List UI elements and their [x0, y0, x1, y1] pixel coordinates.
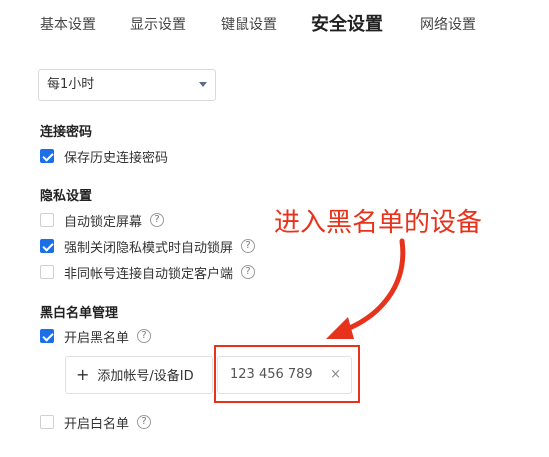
enable-blacklist-label: 开启黑名单	[64, 330, 130, 346]
auto-lock-screen-label: 自动锁定屏幕	[64, 214, 143, 230]
help-icon[interactable]: ?	[137, 415, 152, 429]
force-close-privacy-lock-checkbox[interactable]	[40, 239, 54, 253]
chevron-down-icon	[199, 82, 207, 87]
enable-whitelist-label: 开启白名单	[64, 416, 130, 432]
auto-lock-screen-checkbox[interactable]	[40, 213, 54, 227]
add-account-device-label: 添加帐号/设备ID	[97, 369, 194, 384]
enable-whitelist-checkbox[interactable]	[40, 415, 54, 429]
lock-interval-value: 每1小时	[47, 77, 95, 92]
add-account-device-button[interactable]: + 添加帐号/设备ID	[65, 356, 213, 394]
save-history-password-checkbox[interactable]	[40, 149, 54, 163]
annotation-highlight-box	[214, 345, 360, 403]
lock-interval-select[interactable]: 每1小时	[38, 69, 216, 101]
section-title-connection-password: 连接密码	[40, 125, 93, 140]
help-icon[interactable]: ?	[241, 239, 256, 253]
tab-keyboard-mouse[interactable]: 键鼠设置	[221, 13, 277, 37]
different-account-lock-checkbox[interactable]	[40, 265, 54, 279]
annotation-arrow-icon	[326, 238, 406, 339]
section-title-blacklist-whitelist: 黑白名单管理	[40, 306, 119, 321]
help-icon[interactable]: ?	[150, 213, 165, 227]
tab-display[interactable]: 显示设置	[130, 13, 186, 37]
save-history-password-option[interactable]: 保存历史连接密码	[40, 147, 169, 166]
tab-security[interactable]: 安全设置	[311, 13, 383, 37]
section-title-privacy: 隐私设置	[40, 189, 93, 204]
tab-basic[interactable]: 基本设置	[40, 13, 96, 37]
annotation-label: 进入黑名单的设备	[274, 208, 483, 238]
help-icon[interactable]: ?	[137, 329, 152, 343]
enable-blacklist-checkbox[interactable]	[40, 329, 54, 343]
tab-network[interactable]: 网络设置	[420, 13, 476, 37]
different-account-lock-label: 非同帐号连接自动锁定客户端	[64, 266, 234, 282]
enable-blacklist-option[interactable]: 开启黑名单 ?	[40, 327, 152, 346]
force-close-privacy-lock-option[interactable]: 强制关闭隐私模式时自动锁屏 ?	[40, 237, 256, 256]
save-history-password-label: 保存历史连接密码	[64, 150, 169, 166]
auto-lock-screen-option[interactable]: 自动锁定屏幕 ?	[40, 211, 165, 230]
different-account-lock-option[interactable]: 非同帐号连接自动锁定客户端 ?	[40, 263, 256, 282]
enable-whitelist-option[interactable]: 开启白名单 ?	[40, 413, 152, 432]
help-icon[interactable]: ?	[241, 265, 256, 279]
force-close-privacy-lock-label: 强制关闭隐私模式时自动锁屏	[64, 240, 234, 256]
plus-icon: +	[76, 365, 90, 384]
